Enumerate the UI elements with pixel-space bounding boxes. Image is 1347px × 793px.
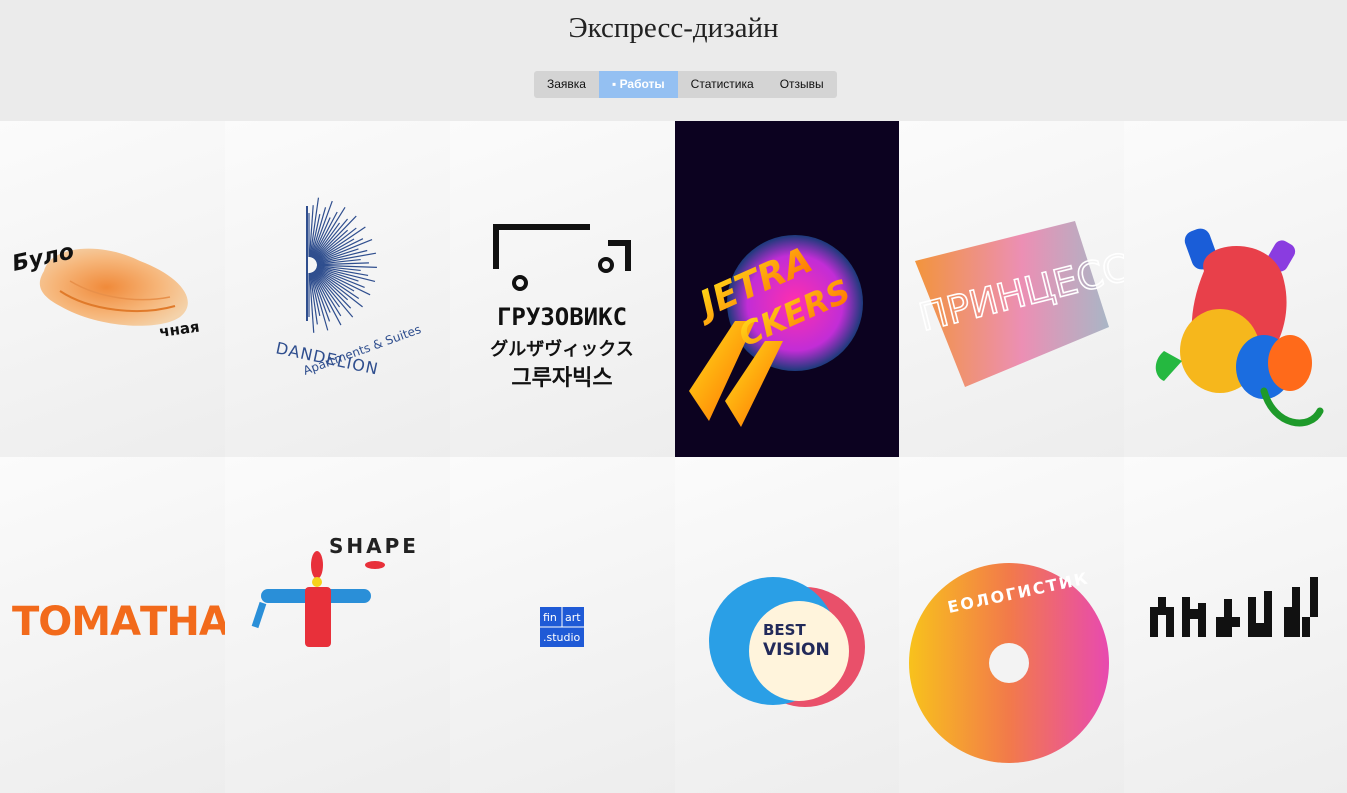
- work-finart[interactable]: fin art .studio: [450, 457, 675, 793]
- jetrackers-logo: JETRA CKERS: [689, 235, 863, 427]
- bestvision-line1: BEST: [763, 621, 806, 639]
- bestvision-logo: BEST VISION: [709, 577, 865, 707]
- work-abstract[interactable]: [1124, 121, 1347, 457]
- tab-raboty[interactable]: ▪ Работы: [598, 71, 678, 98]
- truck-wheel: [598, 257, 614, 273]
- tomata-logo: ТОМАТНА: [12, 599, 225, 645]
- gruzoviks-jp: グルザヴィックス: [490, 338, 633, 360]
- truck-outline: [493, 224, 590, 269]
- bulochnaya-logo: Було чная: [10, 239, 201, 341]
- dandelion-rays: [308, 197, 377, 333]
- works-grid: Було чная DANDELION Apartments & Suites …: [0, 121, 1347, 793]
- work-dandelion[interactable]: DANDELION Apartments & Suites: [225, 121, 450, 457]
- gruzoviks-ru: ГРУЗОВИКС: [497, 303, 627, 331]
- pixel-glyphs: [1150, 577, 1318, 637]
- figure-body: [305, 587, 331, 647]
- shape-text: SHAPE: [329, 534, 419, 558]
- gruzoviks-logo: ГРУЗОВИКС グルザヴィックス 그루자빅스: [490, 224, 634, 391]
- tab-statistika[interactable]: Статистика: [678, 71, 767, 98]
- page-title: Экспресс-дизайн: [568, 12, 779, 44]
- shape-orange-blob: [1268, 335, 1312, 391]
- work-bestvision[interactable]: BEST VISION: [675, 457, 899, 793]
- work-pixel[interactable]: [1124, 457, 1347, 793]
- finart-logo: fin art .studio: [540, 607, 584, 647]
- finart-line2: art: [565, 611, 581, 624]
- geologistics-logo: ЕОЛОГИСТИК: [909, 563, 1109, 763]
- finart-line3: .studio: [543, 631, 581, 644]
- tab-raboty-label: Работы: [619, 77, 665, 91]
- gruzoviks-kr: 그루자빅스: [511, 366, 612, 391]
- tab-otzyvy[interactable]: Отзывы: [767, 71, 837, 98]
- work-tomata[interactable]: ТОМАТНА: [0, 457, 225, 793]
- dandelion-logo: DANDELION Apartments & Suites: [274, 197, 423, 379]
- abstract-shapes-logo: [1155, 228, 1324, 427]
- princess-logo: ПРИНЦЕССЫ: [914, 221, 1124, 387]
- page-header: Экспресс-дизайн Заявка ▪ Работы Статисти…: [0, 0, 1347, 121]
- tab-zayavka[interactable]: Заявка: [534, 71, 599, 98]
- work-princess[interactable]: ПРИНЦЕССЫ: [899, 121, 1124, 457]
- shape-green-leaf: [1155, 351, 1182, 381]
- work-shape[interactable]: SHAPE: [225, 457, 450, 793]
- tab-bar: Заявка ▪ Работы Статистика Отзывы: [534, 71, 837, 98]
- tomata-text: ТОМАТНА: [12, 599, 225, 645]
- work-jetrackers[interactable]: JETRA CKERS: [675, 121, 899, 457]
- work-bulochnaya[interactable]: Було чная: [0, 121, 225, 457]
- work-geologistics[interactable]: ЕОЛОГИСТИК: [899, 457, 1124, 793]
- geo-center: [989, 643, 1029, 683]
- work-gruzoviks[interactable]: ГРУЗОВИКС グルザヴィックス 그루자빅스: [450, 121, 675, 457]
- figure-left-arm: [251, 601, 267, 629]
- truck-wheel: [512, 275, 528, 291]
- figure-head: [311, 551, 323, 579]
- shape-logo: SHAPE: [251, 534, 419, 647]
- figure-hand-plate: [365, 561, 385, 569]
- pixel-logo: [1150, 577, 1318, 637]
- bestvision-line2: VISION: [763, 640, 830, 660]
- finart-line1: fin: [543, 611, 557, 624]
- figure-neck: [312, 577, 322, 587]
- dandelion-ray: [311, 272, 331, 322]
